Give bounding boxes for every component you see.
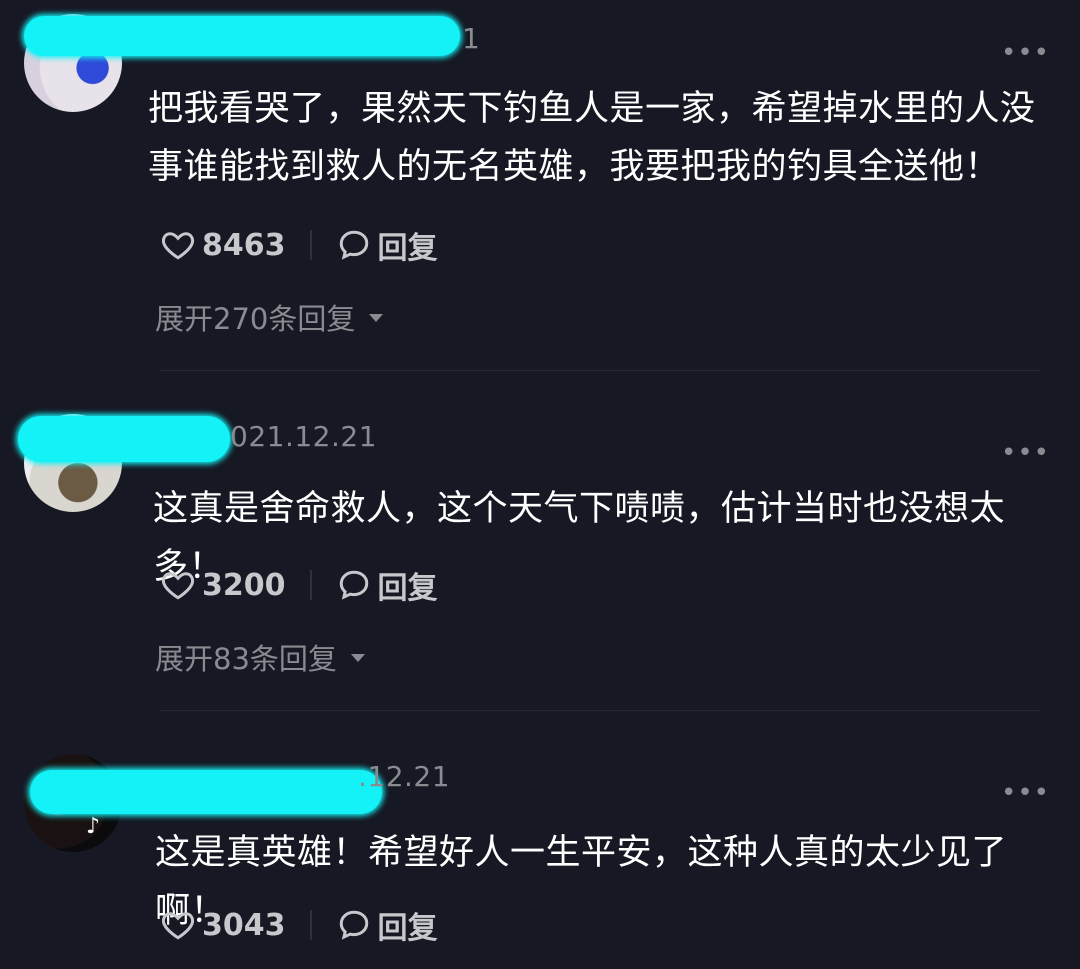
reply-button[interactable]: 回复 [336, 223, 438, 267]
more-options-icon[interactable]: ••• [1001, 780, 1050, 806]
like-button[interactable]: 8463 [160, 227, 286, 263]
comment-divider [160, 370, 1040, 371]
heart-icon [161, 572, 195, 600]
like-count: 3043 [202, 907, 286, 943]
comment-date: .12.21 [358, 760, 451, 793]
heart-icon [161, 232, 195, 260]
redacted-username [24, 16, 460, 56]
comment-bubble-icon [339, 230, 368, 260]
divider [309, 910, 312, 940]
like-button[interactable]: 3200 [160, 567, 286, 603]
comment-bubble-icon [339, 570, 368, 600]
comment-actions: 8463 回复 [160, 220, 438, 270]
expand-replies-button[interactable]: 展开83条回复 [155, 636, 365, 678]
divider [309, 570, 312, 600]
comment-text: 把我看哭了，果然天下钓鱼人是一家，希望掉水里的人没事谁能找到救人的无名英雄，我要… [148, 89, 1036, 187]
like-button[interactable]: 3043 [160, 907, 286, 943]
comment-date: 1 [462, 22, 481, 55]
reply-button[interactable]: 回复 [336, 563, 438, 607]
expand-replies-button[interactable]: 展开270条回复 [155, 296, 384, 338]
redacted-username [18, 416, 230, 462]
like-count: 8463 [202, 227, 286, 263]
caret-down-icon [350, 654, 365, 662]
like-count: 3200 [202, 567, 286, 603]
heart-icon [161, 912, 195, 940]
tiktok-icon: ♪ [86, 814, 101, 839]
comment-actions: 3200 回复 [160, 560, 438, 610]
divider [309, 230, 312, 260]
reply-label: 回复 [377, 911, 438, 946]
more-options-icon[interactable]: ••• [1001, 440, 1050, 466]
redacted-username [30, 770, 382, 814]
expand-replies-label: 展开83条回复 [155, 642, 337, 676]
comment-actions: 3043 回复 [160, 900, 438, 950]
reply-label: 回复 [377, 571, 438, 606]
more-options-icon[interactable]: ••• [1001, 40, 1050, 66]
expand-replies-label: 展开270条回复 [155, 302, 356, 336]
comment-date: 021.12.21 [230, 420, 378, 453]
comment-divider [160, 710, 1040, 711]
reply-label: 回复 [377, 231, 438, 266]
reply-button[interactable]: 回复 [336, 903, 438, 947]
comment-bubble-icon [339, 910, 368, 940]
caret-down-icon [369, 314, 384, 322]
